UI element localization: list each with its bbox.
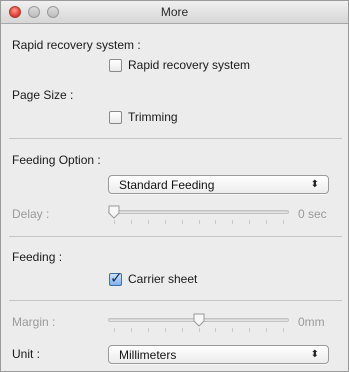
margin-slider[interactable]: [108, 313, 289, 333]
carrier-sheet-checkbox[interactable]: ✓: [109, 270, 123, 287]
unit-value: Millimeters: [119, 348, 177, 362]
more-dialog: More Rapid recovery system : Rapid recov…: [0, 0, 349, 372]
slider-tick: [249, 220, 251, 224]
slider-tick: [249, 328, 251, 332]
delay-slider-knob[interactable]: [108, 205, 120, 219]
slider-tick: [232, 220, 234, 224]
slider-tick: [164, 328, 166, 332]
rapid-recovery-heading: Rapid recovery system :: [12, 38, 141, 52]
slider-tick: [114, 220, 115, 224]
delay-slider[interactable]: [108, 205, 289, 225]
slider-tick: [215, 328, 217, 332]
feeding-option-heading: Feeding Option :: [12, 153, 101, 167]
slider-tick: [130, 328, 132, 332]
page-size-heading: Page Size :: [12, 88, 74, 102]
margin-slider-knob[interactable]: [193, 313, 205, 327]
feeding-heading: Feeding :: [12, 250, 63, 264]
rapid-recovery-checkbox[interactable]: [109, 58, 122, 72]
margin-value: 0mm: [298, 315, 325, 329]
divider: [9, 236, 342, 237]
slider-tick: [130, 220, 132, 224]
slider-tick: [114, 328, 115, 332]
carrier-sheet-checkbox-row[interactable]: ✓ Carrier sheet: [109, 270, 197, 287]
trimming-checkbox-row[interactable]: Trimming: [109, 110, 178, 124]
unit-label: Unit :: [12, 347, 41, 361]
slider-tick: [181, 328, 183, 332]
slider-tick: [181, 220, 183, 224]
checkmark-icon: ✓: [110, 269, 123, 287]
window-title: More: [160, 5, 189, 19]
slider-tick: [147, 220, 149, 224]
trimming-checkbox-label[interactable]: Trimming: [128, 110, 178, 124]
slider-tick: [198, 220, 200, 224]
slider-tick: [283, 220, 284, 224]
carrier-sheet-checkbox-label[interactable]: Carrier sheet: [128, 272, 197, 286]
feeding-option-value: Standard Feeding: [119, 178, 215, 192]
unit-popup[interactable]: Millimeters ⬍: [108, 345, 329, 364]
popup-arrows-icon: ⬍: [310, 349, 319, 360]
margin-label: Margin :: [12, 315, 56, 329]
slider-tick: [266, 220, 268, 224]
feeding-option-popup[interactable]: Standard Feeding ⬍: [108, 175, 329, 194]
popup-arrows-icon: ⬍: [310, 179, 319, 190]
rapid-recovery-checkbox-label[interactable]: Rapid recovery system: [128, 58, 250, 72]
slider-tick: [164, 220, 166, 224]
delay-slider-track: [108, 210, 289, 214]
slider-tick: [147, 328, 149, 332]
slider-tick: [198, 328, 200, 332]
trimming-checkbox[interactable]: [109, 110, 122, 124]
slider-tick: [283, 328, 284, 332]
rapid-recovery-checkbox-row[interactable]: Rapid recovery system: [109, 58, 250, 72]
delay-label: Delay :: [12, 207, 50, 221]
slider-tick: [215, 220, 217, 224]
delay-value: 0 sec: [298, 207, 327, 221]
divider: [9, 138, 342, 139]
divider: [9, 300, 342, 301]
title-bar[interactable]: More: [1, 1, 348, 24]
slider-tick: [232, 328, 234, 332]
slider-tick: [266, 328, 268, 332]
